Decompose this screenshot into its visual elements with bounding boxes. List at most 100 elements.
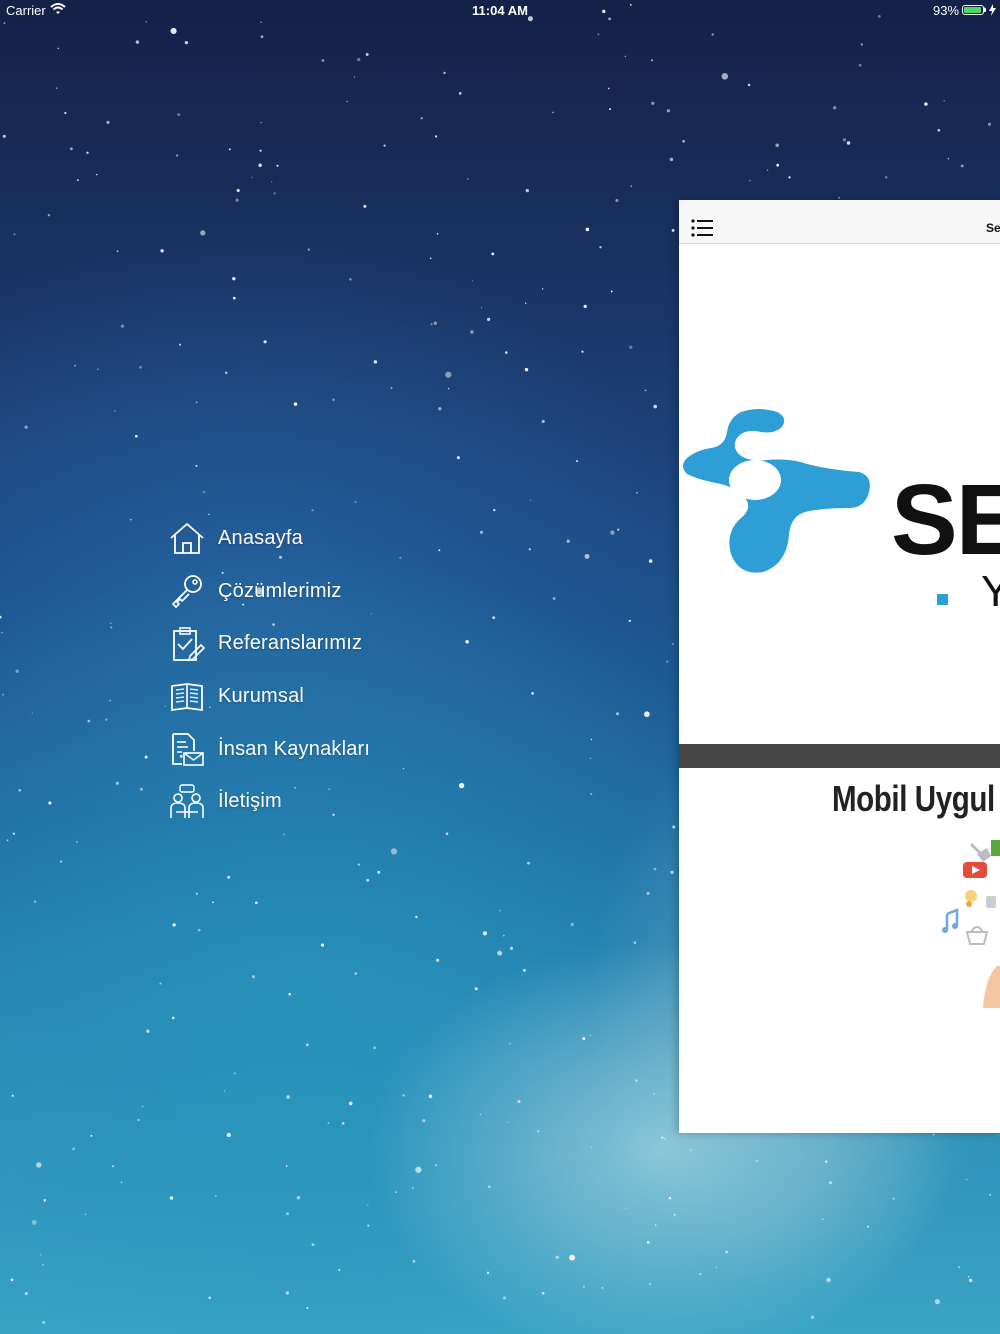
star <box>480 307 483 309</box>
star <box>332 398 335 401</box>
hamburger-menu-icon[interactable] <box>691 218 715 238</box>
star <box>170 27 177 35</box>
star <box>846 141 851 145</box>
brand-accent-square <box>937 594 948 605</box>
key-icon <box>172 575 202 608</box>
battery-percent: 93% <box>933 3 960 18</box>
star <box>311 1243 315 1246</box>
star <box>581 350 584 353</box>
menu-item-referanslarimiz[interactable]: Referanslarımız <box>168 617 488 670</box>
star <box>195 892 198 895</box>
star <box>491 252 495 256</box>
star <box>555 1255 559 1260</box>
star <box>630 185 632 187</box>
star <box>615 199 619 202</box>
star <box>826 1277 831 1283</box>
menu-item-cozumlerimiz[interactable]: Çözümlerimiz <box>168 565 488 618</box>
star <box>589 757 592 760</box>
star <box>582 1037 586 1041</box>
section-divider <box>679 744 1000 768</box>
star <box>648 1283 652 1286</box>
star <box>646 1241 650 1244</box>
star <box>260 121 262 124</box>
content-panel[interactable]: Se SE Y Mobil Uygul <box>679 200 1000 1133</box>
menu-label: Referanslarımız <box>218 632 363 655</box>
star <box>867 1225 869 1228</box>
star <box>487 1185 491 1189</box>
logo-banner: SE Y <box>679 244 1000 744</box>
star <box>569 1254 576 1261</box>
star <box>552 597 556 600</box>
star <box>653 867 657 871</box>
star <box>159 982 162 985</box>
star <box>24 425 28 429</box>
star <box>858 63 862 67</box>
star <box>965 1178 968 1181</box>
star <box>129 518 132 521</box>
star <box>114 410 116 412</box>
star <box>64 111 67 115</box>
star <box>357 57 361 62</box>
star <box>195 464 198 467</box>
star <box>749 179 751 182</box>
star <box>195 401 198 404</box>
star <box>471 280 474 282</box>
star <box>31 1219 37 1225</box>
star <box>664 1138 666 1140</box>
star <box>615 712 620 716</box>
star <box>629 345 633 349</box>
menu-item-iletisim[interactable]: İletişim <box>168 775 488 828</box>
star <box>575 459 579 463</box>
menu-item-anasayfa[interactable]: Anasayfa <box>168 512 488 565</box>
menu-item-kurumsal[interactable]: Kurumsal <box>168 670 488 723</box>
star <box>1 693 4 696</box>
star <box>517 1099 521 1104</box>
star <box>509 946 514 950</box>
star <box>636 491 638 494</box>
star <box>711 33 714 36</box>
star <box>86 151 89 154</box>
star <box>177 113 181 117</box>
menu-label: Anasayfa <box>218 526 303 549</box>
promo-slide[interactable]: Mobil Uygul <box>679 768 1000 1133</box>
star <box>466 177 469 180</box>
star <box>260 35 264 39</box>
star <box>415 1166 422 1173</box>
battery-fill <box>964 7 981 13</box>
star <box>412 1187 414 1189</box>
star <box>435 1164 437 1167</box>
star <box>503 1296 506 1300</box>
star <box>788 176 791 179</box>
star <box>653 404 657 409</box>
star <box>208 1296 212 1300</box>
star <box>747 83 751 87</box>
star <box>599 246 602 249</box>
star <box>224 371 228 375</box>
star <box>635 1079 638 1082</box>
star <box>589 1034 592 1037</box>
star <box>429 257 432 260</box>
star <box>259 149 262 152</box>
star <box>357 863 360 866</box>
star <box>390 387 393 389</box>
star <box>285 1165 288 1167</box>
star <box>1 631 3 634</box>
star <box>967 1276 970 1278</box>
star <box>989 1193 992 1196</box>
star <box>232 277 236 281</box>
star <box>644 711 650 718</box>
star <box>987 122 992 126</box>
star <box>821 1218 824 1221</box>
star <box>383 144 386 147</box>
menu-item-insan-kaynaklari[interactable]: İnsan Kaynakları <box>168 723 488 776</box>
star <box>430 323 433 326</box>
star <box>288 992 291 996</box>
star <box>937 128 941 132</box>
star <box>755 1159 759 1163</box>
star <box>236 188 240 193</box>
star <box>251 176 253 178</box>
star <box>433 321 437 325</box>
star <box>590 1146 593 1148</box>
star <box>57 47 60 50</box>
star <box>524 367 529 372</box>
